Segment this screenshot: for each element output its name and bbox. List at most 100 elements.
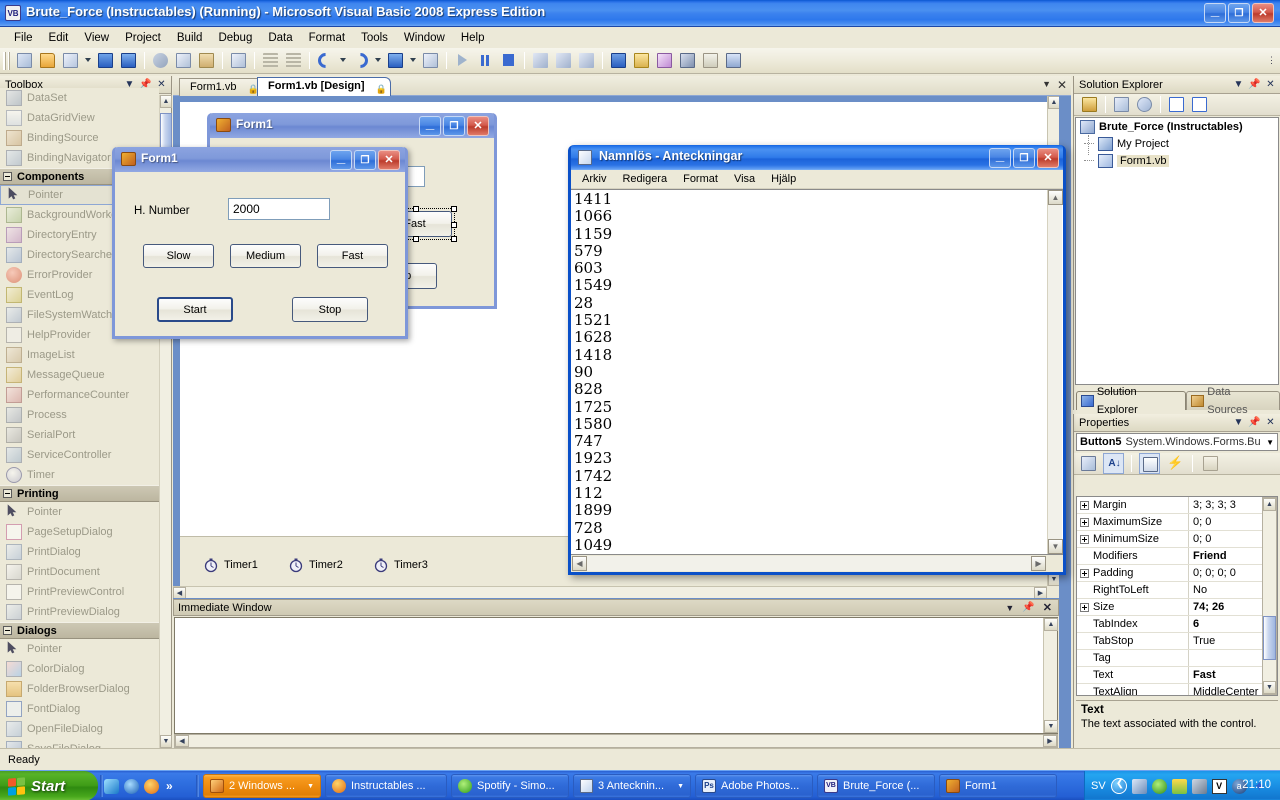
properties-page-icon[interactable]: [1079, 94, 1100, 115]
running-form-maximize-button[interactable]: ❐: [354, 150, 376, 170]
toolbox-item-serialport[interactable]: SerialPort: [0, 425, 159, 445]
comment-icon[interactable]: [260, 50, 281, 71]
toolbox-category-printing[interactable]: Printing: [0, 485, 159, 502]
immediate-horizontal-scrollbar[interactable]: ◀ ▶: [174, 734, 1058, 748]
step-over-icon[interactable]: [553, 50, 574, 71]
paste-icon[interactable]: [196, 50, 217, 71]
security-icon[interactable]: [1171, 778, 1187, 794]
tab-form1-vb-design[interactable]: Form1.vb [Design] 🔒: [257, 77, 391, 96]
toolbar-overflow-icon[interactable]: ⋮: [1267, 55, 1276, 66]
property-row-modifiers[interactable]: Modifiers Friend: [1077, 548, 1277, 565]
output-window-icon[interactable]: [723, 50, 744, 71]
alphabetical-sort-icon[interactable]: A↓: [1103, 453, 1124, 474]
property-row-padding[interactable]: Padding 0; 0; 0; 0: [1077, 565, 1277, 582]
step-out-icon[interactable]: [576, 50, 597, 71]
tabstrip-close-icon[interactable]: ✕: [1057, 78, 1067, 92]
property-row-textalign[interactable]: TextAlign MiddleCenter: [1077, 684, 1277, 695]
property-row-tabindex[interactable]: TabIndex 6: [1077, 616, 1277, 633]
vs-close-button[interactable]: ✕: [1252, 3, 1274, 23]
vs-restore-button[interactable]: ❐: [1228, 3, 1250, 23]
property-row-margin[interactable]: Margin 3; 3; 3; 3: [1077, 497, 1277, 514]
spotify-tray-icon[interactable]: [1151, 778, 1167, 794]
immediate-window-input[interactable]: ▲ ▼: [174, 617, 1058, 734]
tab-solution-explorer[interactable]: Solution Explorer: [1076, 386, 1187, 416]
toolbar-grip[interactable]: [3, 51, 10, 70]
property-row-minimumsize[interactable]: MinimumSize 0; 0: [1077, 531, 1277, 548]
notepad-maximize-button[interactable]: ❐: [1013, 148, 1035, 168]
property-row-tag[interactable]: Tag: [1077, 650, 1277, 667]
solution-explorer-icon[interactable]: [608, 50, 629, 71]
properties-view-icon[interactable]: [1139, 453, 1160, 474]
add-new-item-icon[interactable]: [60, 50, 81, 71]
property-expander[interactable]: [1077, 565, 1091, 581]
running-form-close-button[interactable]: ✕: [378, 150, 400, 170]
selection-handle-tc[interactable]: [413, 206, 419, 212]
toolbox-item-pointer[interactable]: Pointer: [0, 502, 159, 522]
taskbar-button-anteckningar[interactable]: 3 Antecknin... ▼: [573, 774, 691, 798]
toolbox-item-dataset[interactable]: DataSet: [0, 88, 159, 108]
solution-tree-node-0[interactable]: Brute_Force (Instructables): [1076, 118, 1278, 135]
toolbox-item-openfiledialog[interactable]: OpenFileDialog: [0, 719, 159, 739]
categorized-view-icon[interactable]: [1078, 453, 1099, 474]
toolbox-item-datagridview[interactable]: DataGridView: [0, 108, 159, 128]
view-designer-icon[interactable]: [1189, 94, 1210, 115]
immediate-scroll-right-icon[interactable]: ▶: [1043, 735, 1057, 747]
running-form-minimize-button[interactable]: _: [330, 150, 352, 170]
save-all-icon[interactable]: [118, 50, 139, 71]
immediate-scroll-left-icon[interactable]: ◀: [175, 735, 189, 747]
menu-window[interactable]: Window: [396, 30, 453, 46]
property-pages-icon[interactable]: [1200, 453, 1221, 474]
running-form1-titlebar[interactable]: Form1 _ ❐ ✕: [115, 147, 405, 172]
navigate-back-dropdown-icon[interactable]: [408, 50, 418, 71]
notepad-text-area[interactable]: 1411 1066 1159 579 603 1549 28 1521 1628…: [571, 189, 1063, 555]
notepad-scroll-up-icon[interactable]: ▲: [1048, 190, 1063, 205]
properties-object-selector[interactable]: Button5 System.Windows.Forms.Bu ▼: [1076, 433, 1278, 451]
fast-button[interactable]: Fast: [317, 244, 388, 268]
running-form1-window[interactable]: Form1 _ ❐ ✕ H. Number 2000 Slow Medium F…: [112, 147, 408, 339]
menu-project[interactable]: Project: [117, 30, 169, 46]
selection-handle-bc[interactable]: [413, 236, 419, 242]
solution-tree-node-1[interactable]: My Project: [1076, 135, 1278, 152]
tab-data-sources[interactable]: Data Sources: [1186, 386, 1280, 416]
designer-form-close-button[interactable]: ✕: [467, 116, 489, 136]
menu-debug[interactable]: Debug: [210, 30, 260, 46]
chevron-down-icon[interactable]: ▼: [677, 783, 684, 790]
redo-dropdown-icon[interactable]: [373, 50, 383, 71]
properties-scroll-down-icon[interactable]: ▼: [1263, 681, 1276, 694]
notepad-close-button[interactable]: ✕: [1037, 148, 1059, 168]
expand-icon[interactable]: [1079, 500, 1089, 510]
toolbox-item-messagequeue[interactable]: MessageQueue: [0, 365, 159, 385]
pause-debug-icon[interactable]: [475, 50, 496, 71]
firefox-quicklaunch-icon[interactable]: [144, 778, 159, 794]
network-icon[interactable]: [1131, 778, 1147, 794]
expand-icon[interactable]: [1079, 517, 1089, 527]
find-icon[interactable]: [228, 50, 249, 71]
toolbox-item-bindingsource[interactable]: BindingSource: [0, 128, 159, 148]
menu-build[interactable]: Build: [169, 30, 211, 46]
immediate-scroll-down-icon[interactable]: ▼: [1044, 720, 1058, 733]
notepad-vertical-scrollbar[interactable]: ▲ ▼: [1047, 190, 1063, 554]
collapse-icon[interactable]: [3, 489, 12, 498]
selection-handle-mr[interactable]: [451, 222, 457, 228]
save-icon[interactable]: [95, 50, 116, 71]
toolbox-scroll-down-icon[interactable]: ▼: [160, 735, 172, 748]
menu-edit[interactable]: Edit: [41, 30, 77, 46]
medium-button[interactable]: Medium: [230, 244, 301, 268]
msn-messenger-icon[interactable]: [104, 778, 119, 794]
toolbox-item-pointer[interactable]: Pointer: [0, 639, 159, 659]
taskbar-button-form1[interactable]: Form1: [939, 774, 1057, 798]
designer-form-minimize-button[interactable]: _: [419, 116, 441, 136]
taskbar-button-spotify[interactable]: Spotify - Simo...: [451, 774, 569, 798]
notepad-menu-arkiv[interactable]: Arkiv: [574, 171, 614, 187]
tray-item-timer1[interactable]: Timer1: [203, 557, 258, 573]
view-code-icon[interactable]: [1166, 94, 1187, 115]
cut-icon[interactable]: [150, 50, 171, 71]
property-row-righttoleft[interactable]: RightToLeft No: [1077, 582, 1277, 599]
taskbar-button-instructables[interactable]: Instructables ...: [325, 774, 447, 798]
properties-scroll-thumb[interactable]: [1263, 616, 1276, 660]
toolbox-item-performancecounter[interactable]: PerformanceCounter: [0, 385, 159, 405]
stop-debug-icon[interactable]: [498, 50, 519, 71]
menu-view[interactable]: View: [76, 30, 117, 46]
tab-form1-vb[interactable]: Form1.vb 🔒: [179, 78, 263, 96]
notepad-menu-visa[interactable]: Visa: [726, 171, 763, 187]
